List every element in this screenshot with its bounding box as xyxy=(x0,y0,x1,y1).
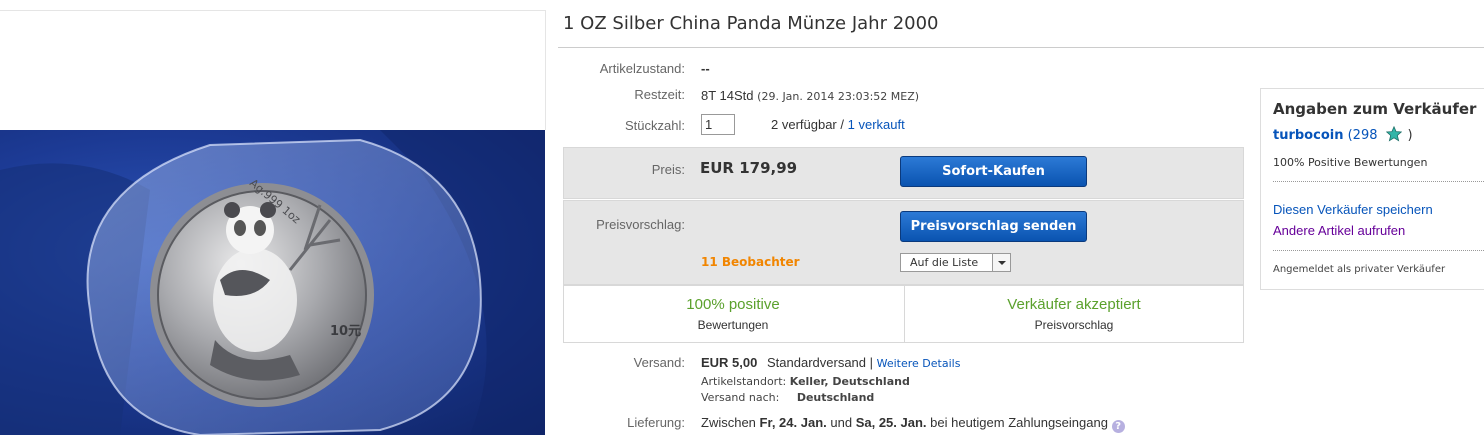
end-time: (29. Jan. 2014 23:03:52 MEZ) xyxy=(757,90,920,103)
save-seller-link[interactable]: Diesen Verkäufer speichern xyxy=(1273,202,1433,217)
positive-feedback-percent: 100% positive xyxy=(686,296,780,313)
shipping-cost: EUR 5,00 xyxy=(701,355,758,370)
ship-to-label: Versand nach: xyxy=(701,391,780,404)
delivery-estimate: Zwischen Fr, 24. Jan. und Sa, 25. Jan. b… xyxy=(701,415,1125,433)
feedback-divider xyxy=(904,286,905,342)
availability: 2 verfügbar / 1 verkauft xyxy=(771,117,905,132)
time-left-label: Restzeit: xyxy=(634,87,685,102)
seller-heading: Angaben zum Verkäufer xyxy=(1273,100,1477,118)
ship-to-value: Deutschland xyxy=(796,391,875,404)
make-offer-button[interactable]: Preisvorschlag senden xyxy=(900,211,1087,242)
condition-value: -- xyxy=(701,61,710,76)
time-left-value: 8T 14Std (29. Jan. 2014 23:03:52 MEZ) xyxy=(701,88,919,103)
seller-divider-2 xyxy=(1273,250,1484,251)
item-location-label: Artikelstandort: xyxy=(701,375,787,388)
shipping-label: Versand: xyxy=(633,355,685,370)
seller-registration: Angemeldet als privater Verkäufer xyxy=(1273,264,1446,275)
other-items-link[interactable]: Andere Artikel aufrufen xyxy=(1273,223,1405,238)
item-location-value: Keller, Deutschland xyxy=(789,375,910,388)
price-value: EUR 179,99 xyxy=(700,159,798,177)
delivery-date-to: Sa, 25. Jan. xyxy=(855,415,927,430)
shipping-method: Standardversand | xyxy=(767,355,873,370)
time-left: 8T 14Std xyxy=(701,88,754,103)
item-photo[interactable]: 10元 Ag.999 1oz xyxy=(0,130,545,435)
buy-now-button[interactable]: Sofort-Kaufen xyxy=(900,156,1087,187)
coin-denomination: 10元 xyxy=(330,324,361,339)
item-location: Artikelstandort: Keller, Deutschland xyxy=(701,375,910,388)
seller-divider-1 xyxy=(1273,181,1484,182)
star-icon xyxy=(1385,126,1402,142)
positive-feedback-caption: Bewertungen xyxy=(697,318,769,332)
quantity-label: Stückzahl: xyxy=(625,118,685,133)
delivery-prefix: Zwischen xyxy=(701,415,756,430)
watchers-count: 11 Beobachter xyxy=(701,255,800,269)
seller-score-open[interactable]: (298 xyxy=(1348,128,1378,143)
price-label: Preis: xyxy=(651,162,685,177)
title-divider xyxy=(558,47,1484,48)
seller-info: turbocoin (298) xyxy=(1273,126,1413,143)
seller-positive-feedback: 100% Positive Bewertungen xyxy=(1273,156,1428,169)
seller-score-close: ) xyxy=(1407,128,1413,143)
seller-accepts-offers-caption: Preisvorschlag xyxy=(1034,318,1114,332)
delivery-and: und xyxy=(830,415,853,430)
chevron-down-icon[interactable] xyxy=(992,254,1010,271)
sold-link[interactable]: 1 verkauft xyxy=(848,117,905,132)
available-count: 2 verfügbar / xyxy=(771,117,844,132)
shipping-details-link[interactable]: Weitere Details xyxy=(877,357,961,370)
quantity-input[interactable] xyxy=(701,114,735,135)
coin-image: 10元 Ag.999 1oz xyxy=(0,130,545,435)
delivery-label: Lieferung: xyxy=(627,415,685,430)
condition-label: Artikelzustand: xyxy=(599,61,685,76)
offer-label: Preisvorschlag: xyxy=(596,217,685,232)
info-icon[interactable]: ? xyxy=(1111,420,1125,433)
item-title: 1 OZ Silber China Panda Münze Jahr 2000 xyxy=(563,13,939,34)
shipping-line: EUR 5,00 Standardversand | Weitere Detai… xyxy=(701,355,960,370)
watchlist-dropdown[interactable]: Auf die Liste xyxy=(900,253,1011,272)
watchlist-label: Auf die Liste xyxy=(910,256,979,269)
ship-to: Versand nach: Deutschland xyxy=(701,391,874,404)
seller-accepts-offers: Verkäufer akzeptiert xyxy=(1007,296,1141,313)
seller-name-link[interactable]: turbocoin xyxy=(1273,128,1343,143)
delivery-suffix: bei heutigem Zahlungseingang xyxy=(930,415,1108,430)
seller-panel xyxy=(1260,88,1484,290)
image-header-area xyxy=(0,10,546,130)
delivery-date-from: Fr, 24. Jan. xyxy=(759,415,827,430)
